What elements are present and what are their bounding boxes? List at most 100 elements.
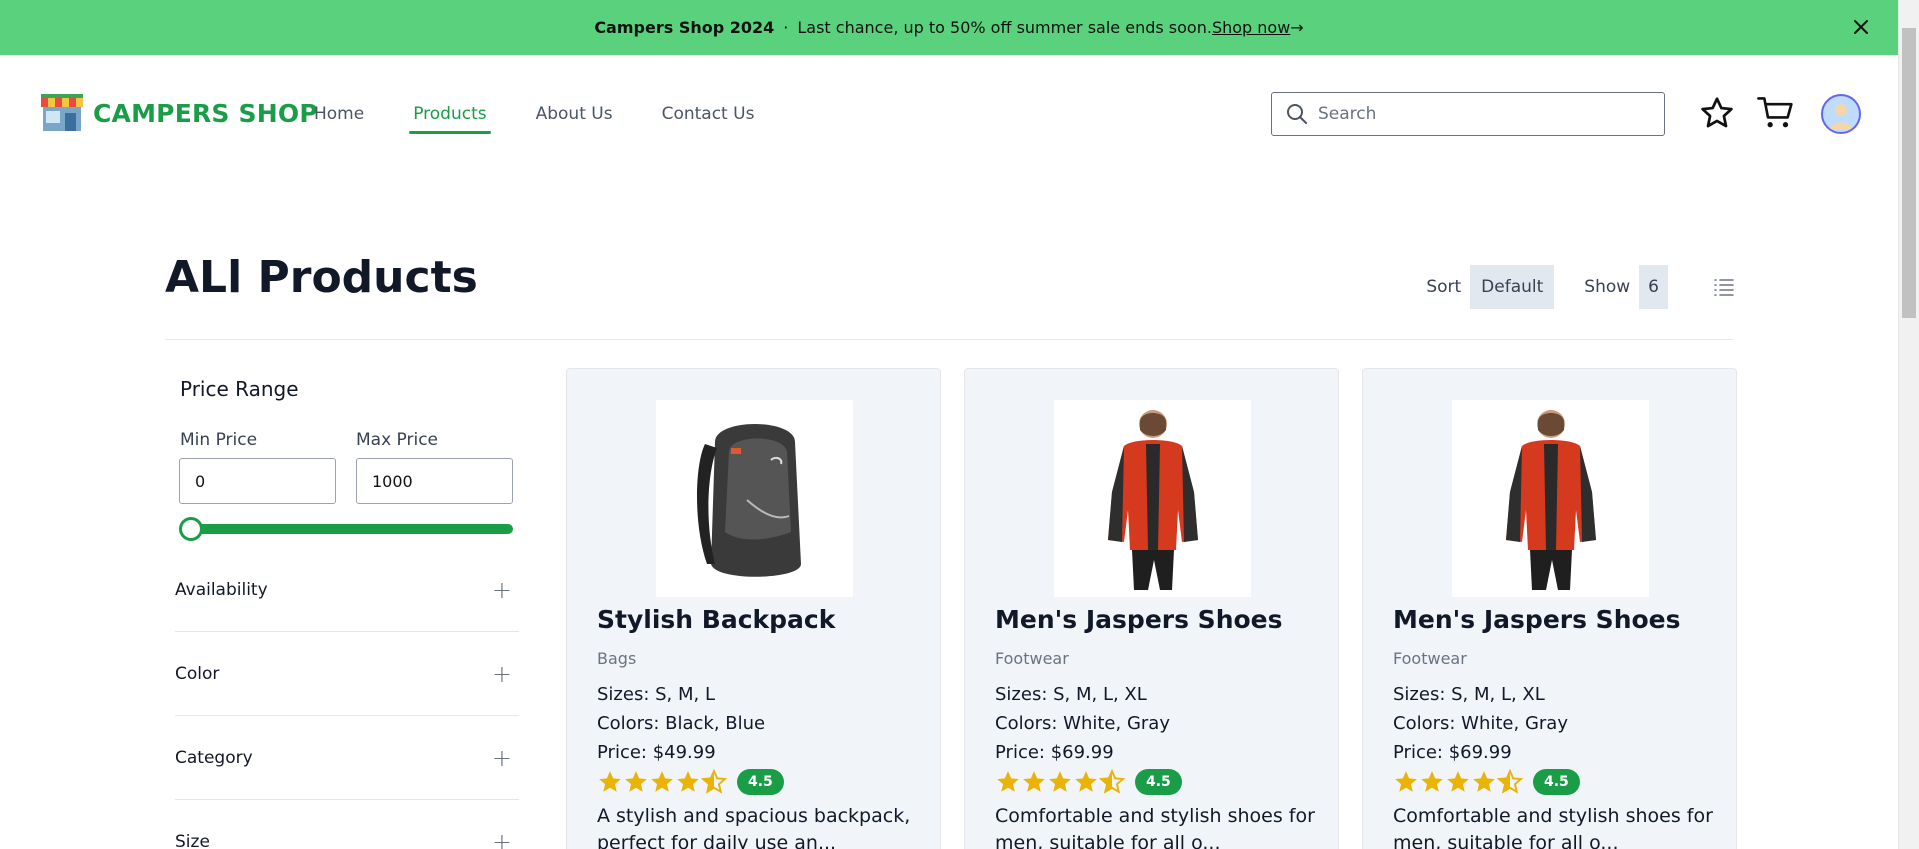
search-box [1271,92,1665,136]
filter-label: Color [175,663,220,684]
banner-shop-now-link[interactable]: Shop now [1212,18,1290,37]
rating-badge: 4.5 [1533,769,1580,795]
product-name[interactable]: Men's Jaspers Shoes [995,605,1283,634]
star-half-icon [1497,769,1523,794]
product-colors: Colors: White, Gray [995,713,1170,734]
filter-size[interactable]: Size + [175,800,519,849]
listing-controls: Sort Default Show 6 [1426,265,1736,309]
plus-icon: + [491,575,512,604]
product-price: Price: $49.99 [597,742,716,763]
banner-brand: Campers Shop 2024 [594,18,775,37]
nav-products[interactable]: Products [409,104,492,134]
filter-color[interactable]: Color + [175,632,519,716]
sort-label: Sort [1426,277,1462,297]
filter-label: Size [175,831,210,849]
star-filled-icon [1023,771,1045,792]
page-title: ALl Products [165,252,478,303]
nav-home[interactable]: Home [314,104,364,134]
sort-select[interactable]: Default [1470,265,1555,309]
product-sizes: Sizes: S, M, L, XL [995,684,1147,705]
product-name[interactable]: Men's Jaspers Shoes [1393,605,1681,634]
search-icon [1287,104,1307,124]
filter-availability[interactable]: Availability + [175,548,519,632]
product-description: Comfortable and stylish shoes for men, s… [1393,805,1713,849]
user-avatar-button[interactable] [1821,94,1861,134]
header-divider [165,339,1733,340]
plus-icon: + [491,659,512,688]
product-category: Bags [597,649,637,668]
main-nav: Home Products About Us Contact Us [314,104,803,134]
announcement-banner: Campers Shop 2024 · Last chance, up to 5… [0,0,1898,55]
product-category: Footwear [1393,649,1467,668]
close-banner-button[interactable] [1848,14,1874,40]
max-price-input[interactable] [356,458,513,504]
nav-contact-us[interactable]: Contact Us [662,104,755,134]
rating-stars [995,769,1125,795]
rating-stars [597,769,727,795]
user-icon [1829,104,1853,130]
plus-icon: + [491,827,512,849]
cart-button[interactable] [1756,93,1796,133]
star-filled-icon [1049,771,1071,792]
star-filled-icon [1395,771,1417,792]
rating-badge: 4.5 [1135,769,1182,795]
arrow-right-icon: → [1290,18,1304,37]
scrollbar-thumb[interactable] [1902,28,1916,318]
search-input[interactable] [1318,104,1638,124]
brand-name: CAMPERS SHOP [93,98,318,128]
star-filled-icon [1473,771,1495,792]
filter-label: Category [175,747,253,768]
star-half-icon [1099,769,1125,794]
cart-icon [1757,97,1793,128]
rating-badge: 4.5 [737,769,784,795]
price-range-title: Price Range [180,377,299,401]
star-filled-icon [625,771,647,792]
close-icon [1854,20,1868,34]
star-filled-icon [1075,771,1097,792]
plus-icon: + [491,743,512,772]
show-select[interactable]: 6 [1639,265,1668,309]
product-image[interactable] [1054,400,1251,597]
product-rating: 4.5 [597,769,784,795]
product-name[interactable]: Stylish Backpack [597,605,835,634]
rating-stars [1393,769,1523,795]
shop-icon [40,93,84,133]
product-image[interactable] [1452,400,1649,597]
star-filled-icon [677,771,699,792]
page-scrollbar[interactable] [1898,0,1919,849]
product-sizes: Sizes: S, M, L, XL [1393,684,1545,705]
banner-message: Last chance, up to 50% off summer sale e… [797,18,1212,37]
min-price-label: Min Price [180,430,258,450]
list-view-icon[interactable] [1712,275,1736,299]
product-price: Price: $69.99 [995,742,1114,763]
star-filled-icon [997,771,1019,792]
filter-category[interactable]: Category + [175,716,519,800]
banner-separator: · [783,18,789,37]
product-card[interactable]: Men's Jaspers Shoes Footwear Sizes: S, M… [1362,368,1737,849]
star-filled-icon [599,771,621,792]
nav-about-us[interactable]: About Us [536,104,613,134]
star-filled-icon [651,771,673,792]
product-card[interactable]: Stylish Backpack Bags Sizes: S, M, L Col… [566,368,941,849]
product-image[interactable] [656,400,853,597]
product-rating: 4.5 [995,769,1182,795]
max-price-label: Max Price [356,430,439,450]
product-colors: Colors: Black, Blue [597,713,766,734]
backpack-icon [696,423,801,577]
star-icon [1701,97,1733,128]
star-filled-icon [1421,771,1443,792]
site-logo[interactable]: CAMPERS SHOP [40,93,318,133]
product-category: Footwear [995,649,1069,668]
product-description: Comfortable and stylish shoes for men, s… [995,805,1315,849]
product-sizes: Sizes: S, M, L [597,684,715,705]
filter-label: Availability [175,579,268,600]
price-slider-thumb[interactable] [179,517,203,541]
star-filled-icon [1447,771,1469,792]
wishlist-button[interactable] [1697,93,1737,133]
product-card[interactable]: Men's Jaspers Shoes Footwear Sizes: S, M… [964,368,1339,849]
product-price: Price: $69.99 [1393,742,1512,763]
min-price-input[interactable] [179,458,336,504]
jacket-icon [1107,410,1198,590]
price-slider-track[interactable] [180,524,513,534]
product-rating: 4.5 [1393,769,1580,795]
